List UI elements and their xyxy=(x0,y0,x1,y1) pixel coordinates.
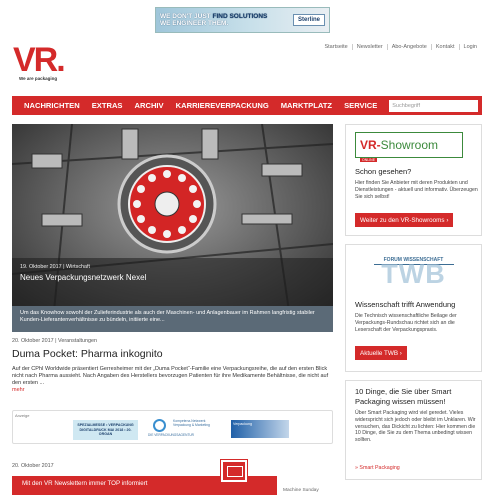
site-logo[interactable]: VR. We are packaging xyxy=(13,43,73,83)
twb-heading: Wissenschaft trifft Anwendung xyxy=(355,300,456,309)
top-links: Startseite Newsletter Abo-Angebote Konta… xyxy=(320,44,481,50)
hero-description: Um das Knowhow sowohl der Zulieferindust… xyxy=(12,306,333,332)
twb-button[interactable]: Aktuelle TWB › xyxy=(355,346,407,360)
hero-feature[interactable]: 19. Oktober 2017 | Wirtschaft Neues Verp… xyxy=(12,124,333,332)
article-meta: 20. Oktober 2017 | Veranstaltungen xyxy=(12,338,98,344)
nav-item-service[interactable]: SERVICE xyxy=(344,101,377,110)
article-description: Auf der CPhI Worldwide präsentiert Gerre… xyxy=(12,366,329,393)
nav-item-archiv[interactable]: ARCHIV xyxy=(135,101,164,110)
banner-ad[interactable]: WE DON'T JUST FIND SOLUTIONS WE ENGINEER… xyxy=(155,7,330,33)
sponsor-ad-2[interactable]: DIE VERPACKUNGSAGENTUR xyxy=(148,433,194,437)
article-teaser: 20. Oktober 2017 | Veranstaltungen Duma … xyxy=(12,334,333,394)
showroom-heading: Schon gesehen? xyxy=(355,167,412,176)
sponsor-logo-circle-icon[interactable] xyxy=(153,419,166,432)
nav-item-extras[interactable]: EXTRAS xyxy=(92,101,123,110)
ad-label: Anzeige xyxy=(15,413,30,418)
sponsor-strip: Anzeige SPEZIALMESSE • VERPACKUNG DIGITA… xyxy=(12,410,333,444)
article-more-link[interactable]: mehr xyxy=(12,387,25,393)
search-input[interactable]: Suchbegriff xyxy=(389,99,478,112)
twb-text: Die Technisch wissenschaftliche Beilage … xyxy=(355,313,457,333)
twb-logo[interactable]: TWB xyxy=(346,259,481,290)
newsletter-side-text: Machine Sunday xyxy=(283,488,319,493)
top-link-kontakt[interactable]: Kontakt xyxy=(430,44,459,50)
smart-text: Über Smart Packaging wird viel geredet. … xyxy=(355,410,476,444)
hero-meta: 19. Oktober 2017 | Wirtschaft xyxy=(20,264,91,270)
banner-text: WE DON'T JUST FIND SOLUTIONS WE ENGINEER… xyxy=(160,13,268,27)
page: WE DON'T JUST FIND SOLUTIONS WE ENGINEER… xyxy=(0,0,485,495)
sponsor-ad-1[interactable]: SPEZIALMESSE • VERPACKUNG DIGITALDRUCK M… xyxy=(73,420,138,440)
hero-caption: 19. Oktober 2017 | Wirtschaft Neues Verp… xyxy=(12,258,333,332)
top-link-startseite[interactable]: Startseite xyxy=(320,44,351,50)
nav-item-karriereverpackung[interactable]: KARRIEREVERPACKUNG xyxy=(176,101,269,110)
hero-title[interactable]: Neues Verpackungsnetzwerk Nexel xyxy=(20,273,325,282)
smart-link[interactable]: » Smart Packaging xyxy=(355,465,400,471)
showroom-text: Hier finden Sie Anbieter mit deren Produ… xyxy=(355,180,478,200)
article-title[interactable]: Duma Pocket: Pharma inkognito xyxy=(12,348,333,360)
sidebar-twb: FORUM WISSENSCHAFT TWB Wissenschaft trif… xyxy=(345,244,482,372)
logo-mark: VR. xyxy=(13,41,66,79)
top-link-newsletter[interactable]: Newsletter xyxy=(351,44,387,50)
smart-heading[interactable]: 10 Dinge, die Sie über Smart Packaging w… xyxy=(355,387,479,406)
mail-icon xyxy=(221,460,247,482)
sidebar-showroom: VR- Showroom ONLINE Schon gesehen? Hier … xyxy=(345,124,482,236)
sponsor-ad-3[interactable]: Kompetenz-Netzwerk Verpackung & Marketin… xyxy=(173,419,215,428)
sponsor-ad-4[interactable]: Verpackung xyxy=(231,420,289,438)
showroom-logo[interactable]: VR- Showroom ONLINE xyxy=(355,132,463,162)
nav-item-nachrichten[interactable]: NACHRICHTEN xyxy=(24,101,80,110)
main-nav: NACHRICHTEN EXTRAS ARCHIV KARRIEREVERPAC… xyxy=(12,96,482,115)
banner-logo: Sterline xyxy=(292,14,325,26)
newsletter-date: 20. Oktober 2017 xyxy=(12,463,54,469)
top-link-abo[interactable]: Abo-Angebote xyxy=(386,44,431,50)
top-link-login[interactable]: Login xyxy=(458,44,481,50)
nav-item-marktplatz[interactable]: MARKTPLATZ xyxy=(281,101,332,110)
sidebar-smart-packaging: 10 Dinge, die Sie über Smart Packaging w… xyxy=(345,380,482,480)
showroom-button[interactable]: Weiter zu den VR-Showrooms › xyxy=(355,213,454,227)
logo-tagline: We are packaging xyxy=(19,76,58,81)
